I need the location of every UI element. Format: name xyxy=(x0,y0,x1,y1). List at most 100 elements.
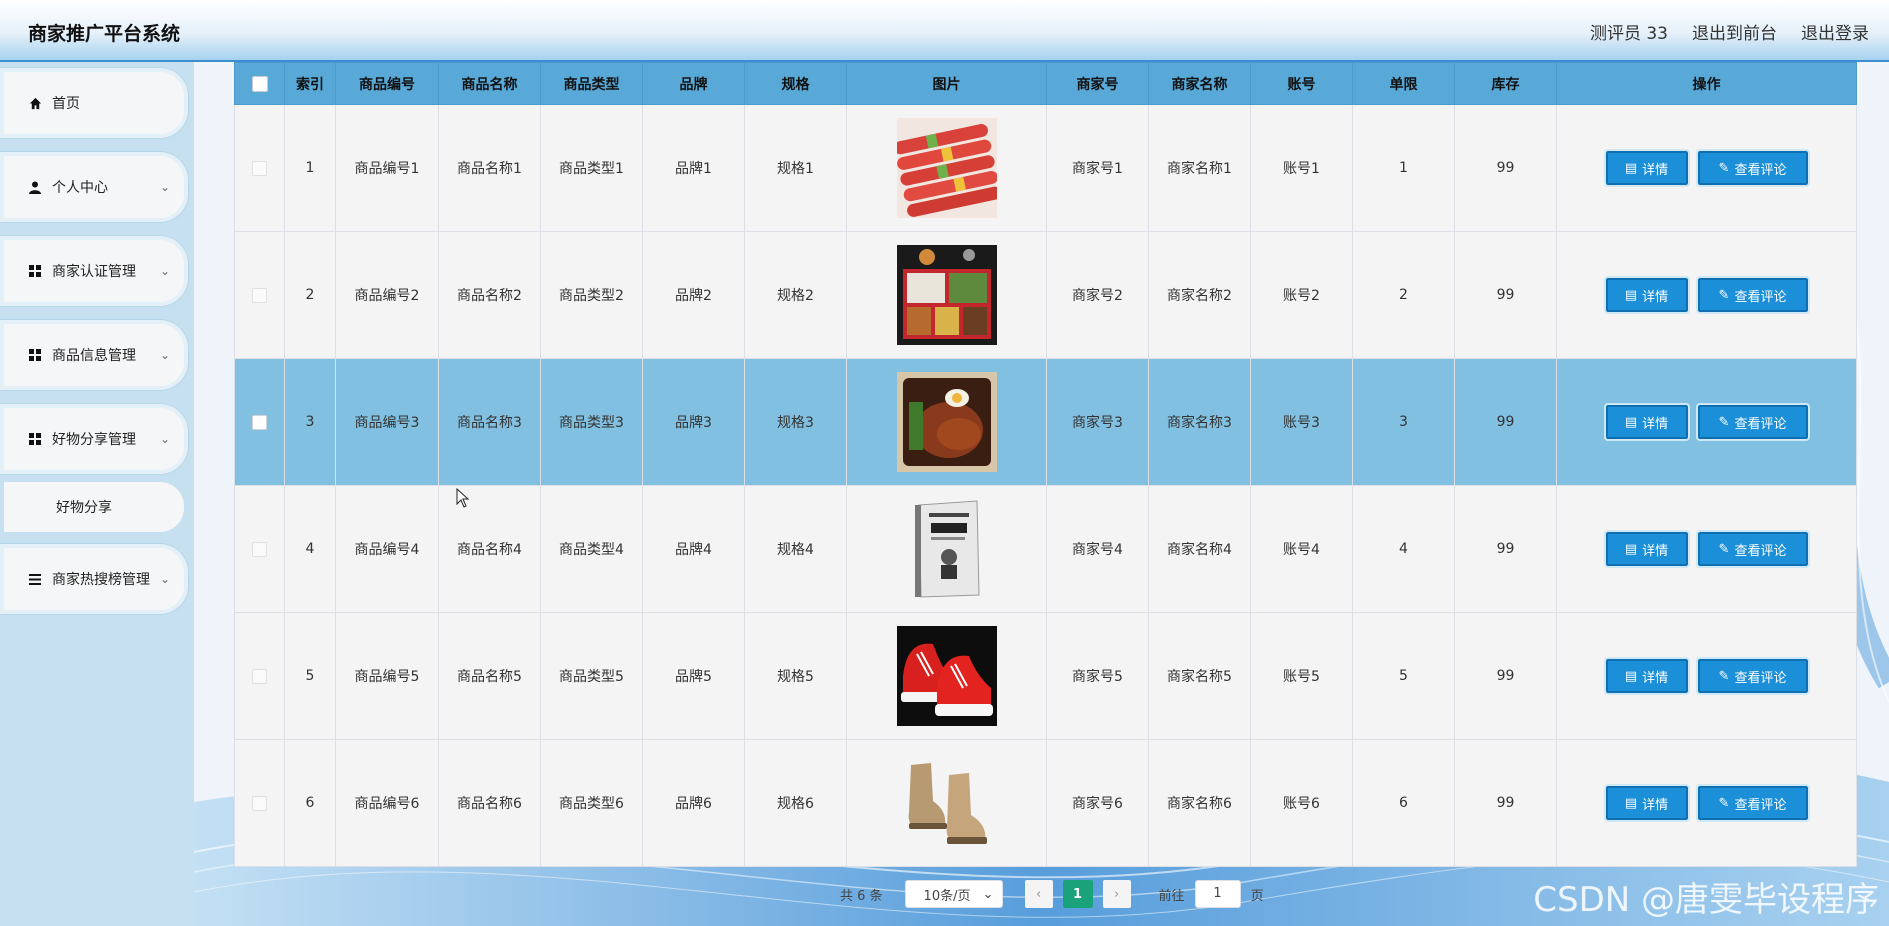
to-front-link[interactable]: 退出到前台 xyxy=(1692,19,1777,44)
detail-button[interactable]: ▤ 详情 xyxy=(1603,530,1690,568)
edit-icon: ✎ xyxy=(1718,287,1730,303)
page-unit-label: 页 xyxy=(1250,888,1264,904)
product-image-sausages[interactable] xyxy=(896,118,997,218)
row-select-cell[interactable] xyxy=(234,612,285,740)
row-select-cell[interactable] xyxy=(234,104,285,232)
row-select-cell[interactable] xyxy=(234,485,285,613)
row-checkbox[interactable] xyxy=(252,160,267,176)
table-row[interactable]: 4 商品编号4 商品名称4 商品类型4 品牌4 规格4 商家号4 商家名称4 账… xyxy=(234,485,1857,613)
next-page-button[interactable]: › xyxy=(1102,880,1131,908)
cell-index: 5 xyxy=(284,612,336,740)
document-icon: ▤ xyxy=(1624,287,1638,303)
goto-page-input[interactable]: 1 xyxy=(1194,880,1241,908)
cell-image xyxy=(846,612,1047,740)
page-number-active[interactable]: 1 xyxy=(1062,880,1093,908)
view-reviews-button[interactable]: ✎ 查看评论 xyxy=(1695,784,1810,822)
cell-spec: 规格3 xyxy=(744,358,847,486)
current-user: 测评员 33 xyxy=(1589,24,1668,44)
row-select-cell[interactable] xyxy=(234,358,285,486)
total-count: 共 6 条 xyxy=(840,888,883,904)
cell-index: 3 xyxy=(284,358,336,486)
cell-merchant-no: 商家号1 xyxy=(1046,104,1149,232)
edit-icon: ✎ xyxy=(1718,668,1730,684)
view-reviews-button[interactable]: ✎ 查看评论 xyxy=(1695,276,1810,314)
sidebar-item-share-management[interactable]: 好物分享管理 ⌄ xyxy=(4,408,184,470)
cell-type: 商品类型1 xyxy=(540,104,643,232)
column-header: 商品名称 xyxy=(438,62,541,105)
cell-code: 商品编号4 xyxy=(335,485,439,613)
sidebar-item-merchant-auth[interactable]: 商家认证管理 ⌄ xyxy=(4,240,184,302)
app-title: 商家推广平台系统 xyxy=(28,23,181,45)
sidebar-item-home[interactable]: 首页 xyxy=(4,72,184,134)
view-reviews-button[interactable]: ✎ 查看评论 xyxy=(1695,403,1810,441)
cell-stock: 99 xyxy=(1454,739,1557,867)
detail-button[interactable]: ▤ 详情 xyxy=(1603,784,1690,822)
cell-code: 商品编号2 xyxy=(335,231,439,359)
page-size-value: 10条/页 xyxy=(923,888,971,904)
chevron-down-icon: ⌄ xyxy=(159,572,171,586)
cell-actions: ▤ 详情 ✎ 查看评论 xyxy=(1556,104,1857,232)
row-select-cell[interactable] xyxy=(234,231,285,359)
product-image-boots[interactable] xyxy=(896,753,997,853)
row-checkbox[interactable] xyxy=(252,414,267,430)
table-row[interactable]: 6 商品编号6 商品名称6 商品类型6 品牌6 规格6 商家号6 商家名称6 账… xyxy=(234,739,1857,867)
sidebar-item-personal-center[interactable]: 个人中心 ⌄ xyxy=(4,156,184,218)
cell-name: 商品名称6 xyxy=(438,739,541,867)
view-reviews-button[interactable]: ✎ 查看评论 xyxy=(1695,149,1810,187)
view-reviews-button[interactable]: ✎ 查看评论 xyxy=(1695,657,1810,695)
view-reviews-button[interactable]: ✎ 查看评论 xyxy=(1695,530,1810,568)
detail-button[interactable]: ▤ 详情 xyxy=(1603,403,1690,441)
sidebar-item-label: 个人中心 xyxy=(52,180,108,196)
table-row[interactable]: 1 商品编号1 商品名称1 商品类型1 品牌1 规格1 商家号1 商家名称1 账… xyxy=(234,104,1857,232)
cell-type: 商品类型5 xyxy=(540,612,643,740)
table-row[interactable]: 5 商品编号5 商品名称5 商品类型5 品牌5 规格5 商家号5 商家名称5 账… xyxy=(234,612,1857,740)
row-select-cell[interactable] xyxy=(234,739,285,867)
logout-link[interactable]: 退出登录 xyxy=(1801,19,1869,44)
cell-code: 商品编号5 xyxy=(335,612,439,740)
cell-code: 商品编号6 xyxy=(335,739,439,867)
detail-button[interactable]: ▤ 详情 xyxy=(1603,149,1690,187)
sidebar-item-hot-search[interactable]: 商家热搜榜管理 ⌄ xyxy=(4,548,184,610)
detail-button[interactable]: ▤ 详情 xyxy=(1603,657,1690,695)
select-all-cell[interactable] xyxy=(234,62,285,105)
product-image-book[interactable] xyxy=(896,499,997,599)
cell-limit: 6 xyxy=(1352,739,1455,867)
cell-type: 商品类型6 xyxy=(540,739,643,867)
detail-button-label: 详情 xyxy=(1642,289,1669,305)
product-image-red-sneakers[interactable] xyxy=(896,626,997,726)
cell-stock: 99 xyxy=(1454,358,1557,486)
product-image-rice-meal[interactable] xyxy=(896,372,997,472)
column-header: 商品编号 xyxy=(335,62,439,105)
product-table-wrapper: 索引 商品编号 商品名称 商品类型 品牌 规格 图片 商家号 商家名称 账号 单… xyxy=(234,62,1857,867)
sidebar-item-product-info[interactable]: 商品信息管理 ⌄ xyxy=(4,324,184,386)
goto-label: 前往 xyxy=(1158,888,1185,904)
cell-account: 账号2 xyxy=(1250,231,1353,359)
select-all-checkbox[interactable] xyxy=(251,75,268,92)
row-checkbox[interactable] xyxy=(252,287,267,303)
view-reviews-label: 查看评论 xyxy=(1734,797,1787,813)
cell-type: 商品类型2 xyxy=(540,231,643,359)
cell-account: 账号5 xyxy=(1250,612,1353,740)
cell-image xyxy=(846,485,1047,613)
page-size-select[interactable]: 10条/页 ⌄ xyxy=(904,880,1003,908)
table-row[interactable]: 2 商品编号2 商品名称2 商品类型2 品牌2 规格2 商家号2 商家名称2 账… xyxy=(234,231,1857,359)
table-row[interactable]: 3 商品编号3 商品名称3 商品类型3 品牌3 规格3 商家号3 商家名称3 账… xyxy=(234,358,1857,486)
sidebar: 首页 个人中心 ⌄ 商家认证管理 ⌄ 商品信息管理 ⌄ 好物分享管理 ⌄ 好物分… xyxy=(0,62,194,926)
document-icon: ▤ xyxy=(1624,160,1638,176)
detail-button[interactable]: ▤ 详情 xyxy=(1603,276,1690,314)
cell-limit: 1 xyxy=(1352,104,1455,232)
row-checkbox[interactable] xyxy=(252,541,267,557)
header-actions: 测评员 33 退出到前台 退出登录 xyxy=(1590,19,1869,44)
cell-brand: 品牌3 xyxy=(642,358,745,486)
detail-button-label: 详情 xyxy=(1642,670,1669,686)
product-image-bento-box[interactable] xyxy=(896,245,997,345)
prev-page-button[interactable]: ‹ xyxy=(1024,880,1053,908)
sidebar-subitem-share[interactable]: 好物分享 xyxy=(4,482,184,532)
mouse-cursor-icon xyxy=(456,488,470,508)
cell-merchant-name: 商家名称5 xyxy=(1148,612,1251,740)
row-checkbox[interactable] xyxy=(252,668,267,684)
column-header: 索引 xyxy=(284,62,336,105)
cell-account: 账号3 xyxy=(1250,358,1353,486)
row-checkbox[interactable] xyxy=(252,795,267,811)
column-header: 账号 xyxy=(1250,62,1353,105)
